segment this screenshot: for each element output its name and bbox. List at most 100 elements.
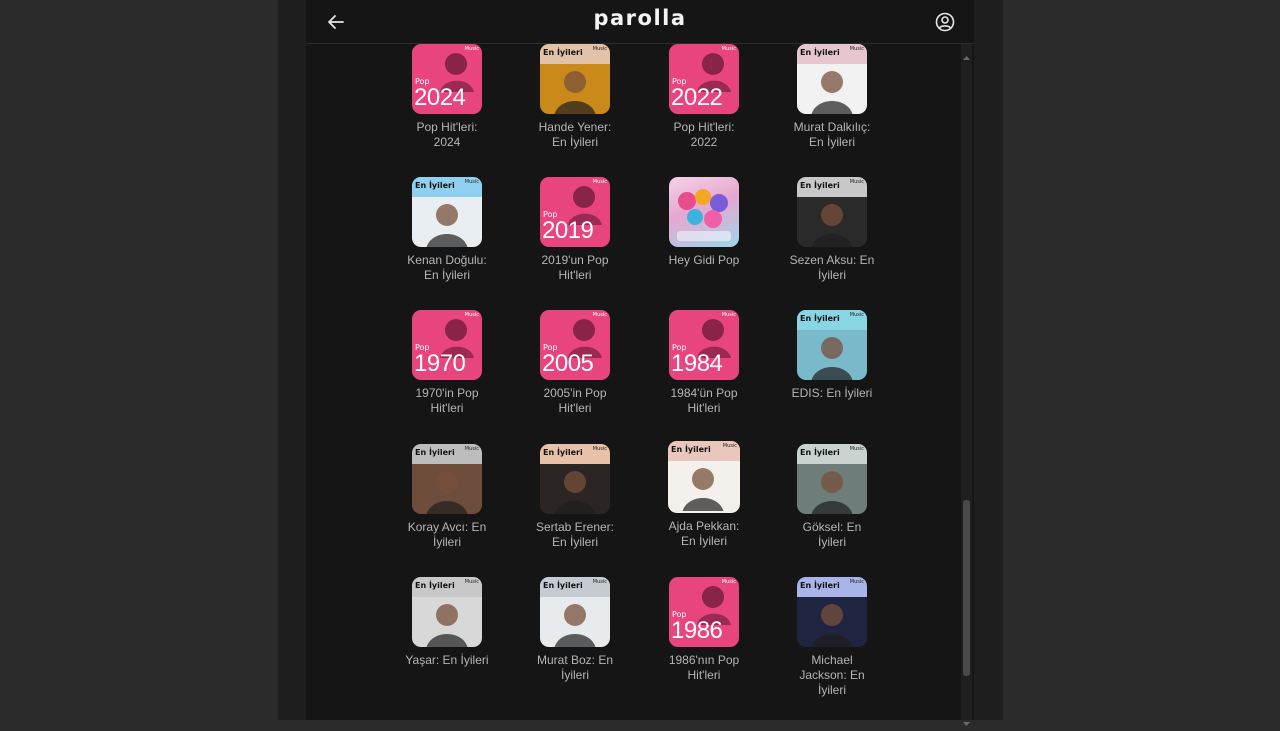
playlist-title[interactable]: EDIS: En İyileri xyxy=(775,386,889,401)
playlist-card[interactable]: Music En İyileri Murat Boz: En İyileri xyxy=(518,577,632,683)
scroll-thumb[interactable] xyxy=(963,500,970,676)
apple-music-mark: Music xyxy=(464,46,479,52)
playlist-card[interactable]: Music Pop 1970 1970'in Pop Hit'leri xyxy=(390,310,504,416)
playlist-cover[interactable]: Music Pop 1986 xyxy=(669,577,739,647)
playlist-cover[interactable]: Music En İyileri xyxy=(540,444,610,514)
scroll-down-arrow-icon[interactable] xyxy=(961,712,972,726)
playlist-cover[interactable]: Music Pop 1984 xyxy=(669,310,739,380)
apple-music-mark: Music xyxy=(721,312,736,318)
playlist-title[interactable]: Pop Hit'leri: 2022 xyxy=(647,120,761,150)
apple-music-mark: Music xyxy=(592,446,607,452)
cover-best-of-label: En İyileri xyxy=(415,181,455,190)
cover-year: 1970 xyxy=(414,350,466,377)
playlist-title[interactable]: Ajda Pekkan: En İyileri xyxy=(647,519,761,549)
playlist-title[interactable]: 2005'in Pop Hit'leri xyxy=(518,386,632,416)
playlist-card[interactable]: Music En İyileri Kenan Doğulu: En İyileri xyxy=(390,177,504,283)
apple-music-mark: Music xyxy=(464,579,479,585)
playlist-card[interactable]: Music En İyileri EDIS: En İyileri xyxy=(775,310,889,401)
playlist-cover[interactable]: Music En İyileri xyxy=(797,177,867,247)
cover-best-of-label: En İyileri xyxy=(800,581,840,590)
playlist-title[interactable]: Murat Boz: En İyileri xyxy=(518,653,632,683)
playlist-cover[interactable]: Music En İyileri xyxy=(412,177,482,247)
playlist-title[interactable]: Pop Hit'leri: 2024 xyxy=(390,120,504,150)
user-circle-icon[interactable] xyxy=(933,10,957,34)
cover-year: 2022 xyxy=(671,84,723,111)
apple-music-mark: Music xyxy=(464,312,479,318)
apple-music-mark: Music xyxy=(849,179,864,185)
cover-best-of-label: En İyileri xyxy=(415,581,455,590)
apple-music-mark: Music xyxy=(721,579,736,585)
playlist-title[interactable]: Koray Avcı: En İyileri xyxy=(390,520,504,550)
apple-music-mark: Music xyxy=(464,179,479,185)
cover-year: 1984 xyxy=(671,350,723,377)
playlist-card[interactable]: Music En İyileri Sezen Aksu: En İyileri xyxy=(775,177,889,283)
apple-music-mark: Music xyxy=(721,46,736,52)
apple-music-mark: Music xyxy=(592,179,607,185)
playlist-cover[interactable]: Music Pop 2024 xyxy=(412,44,482,114)
playlist-card[interactable]: Music En İyileri Murat Dalkılıç: En İyiler… xyxy=(775,44,889,150)
playlist-card[interactable]: Music Pop 2005 2005'in Pop Hit'leri xyxy=(518,310,632,416)
playlist-card[interactable]: Music En İyileri Hande Yener: En İyileri xyxy=(518,44,632,150)
playlist-cover[interactable]: Music Pop 2022 xyxy=(669,44,739,114)
playlist-card[interactable]: Music Pop 1986 1986'nın Pop Hit'leri xyxy=(647,577,761,683)
playlist-title[interactable]: 2019'un Pop Hit'leri xyxy=(518,253,632,283)
playlist-cover[interactable]: Music En İyileri xyxy=(797,577,867,647)
playlist-title[interactable]: 1970'in Pop Hit'leri xyxy=(390,386,504,416)
apple-music-mark: Music xyxy=(849,446,864,452)
cover-best-of-label: En İyileri xyxy=(543,448,583,457)
playlist-title[interactable]: Yaşar: En İyileri xyxy=(390,653,504,668)
playlist-title[interactable]: Michael Jackson: En İyileri xyxy=(775,653,889,698)
playlist-cover[interactable]: Music En İyileri xyxy=(412,577,482,647)
playlist-title[interactable]: 1986'nın Pop Hit'leri xyxy=(647,653,761,683)
playlist-card[interactable]: Music En İyileri Göksel: En İyileri xyxy=(775,444,889,550)
playlist-cover[interactable]: Music En İyileri xyxy=(797,310,867,380)
playlist-card[interactable]: Music Pop 2024 Pop Hit'leri: 2024 xyxy=(390,44,504,150)
playlist-card[interactable]: Music En İyileri Michael Jackson: En İyile… xyxy=(775,577,889,698)
apple-music-mark: Music xyxy=(849,579,864,585)
apple-music-mark: Music xyxy=(592,312,607,318)
scrollbar[interactable] xyxy=(961,44,972,726)
playlist-title[interactable]: Hande Yener: En İyileri xyxy=(518,120,632,150)
apple-music-mark: Music xyxy=(722,443,737,449)
playlist-cover[interactable]: Music En İyileri xyxy=(540,577,610,647)
playlist-cover[interactable]: Music Pop 1970 xyxy=(412,310,482,380)
playlist-card[interactable]: Hey Gidi Pop xyxy=(647,177,761,268)
scroll-up-arrow-icon[interactable] xyxy=(961,46,972,60)
playlist-cover[interactable]: Music En İyileri xyxy=(668,441,740,513)
playlist-card[interactable]: Music Pop 2019 2019'un Pop Hit'leri xyxy=(518,177,632,283)
cover-best-of-label: En İyileri xyxy=(543,48,583,57)
playlist-cover[interactable]: Music En İyileri xyxy=(797,444,867,514)
playlist-card[interactable]: Music En İyileri Sertab Erener: En İyileri xyxy=(518,444,632,550)
playlist-cover[interactable]: Music En İyileri xyxy=(540,44,610,114)
playlist-cover[interactable]: Music Pop 2005 xyxy=(540,310,610,380)
playlist-title[interactable]: 1984'ün Pop Hit'leri xyxy=(647,386,761,416)
cover-best-of-label: En İyileri xyxy=(800,181,840,190)
playlist-cover[interactable]: Music En İyileri xyxy=(412,444,482,514)
playlist-title[interactable]: Kenan Doğulu: En İyileri xyxy=(390,253,504,283)
cover-year: 2019 xyxy=(542,217,594,244)
playlist-title[interactable]: Sezen Aksu: En İyileri xyxy=(775,253,889,283)
cover-best-of-label: En İyileri xyxy=(671,445,711,454)
playlist-card[interactable]: Music Pop 2022 Pop Hit'leri: 2022 xyxy=(647,44,761,150)
cover-best-of-label: En İyileri xyxy=(415,448,455,457)
playlist-title[interactable]: Hey Gidi Pop xyxy=(647,253,761,268)
playlist-title[interactable]: Göksel: En İyileri xyxy=(775,520,889,550)
left-backdrop xyxy=(0,0,278,720)
apple-music-mark: Music xyxy=(849,312,864,318)
cover-best-of-label: En İyileri xyxy=(543,581,583,590)
playlist-title[interactable]: Murat Dalkılıç: En İyileri xyxy=(775,120,889,150)
cover-best-of-label: En İyileri xyxy=(800,48,840,57)
playlist-card[interactable]: Music En İyileri Yaşar: En İyileri xyxy=(390,577,504,668)
apple-music-mark: Music xyxy=(849,46,864,52)
playlist-card[interactable]: Music Pop 1984 1984'ün Pop Hit'leri xyxy=(647,310,761,416)
playlist-card[interactable]: Music En İyileri Koray Avcı: En İyileri xyxy=(390,444,504,550)
app-header: parolla xyxy=(306,0,974,44)
playlist-cover[interactable] xyxy=(669,177,739,247)
cover-year: 2005 xyxy=(542,350,594,377)
playlist-card[interactable]: Music En İyileri Ajda Pekkan: En İyileri xyxy=(647,441,761,549)
playlist-cover[interactable]: Music En İyileri xyxy=(797,44,867,114)
playlist-cover[interactable]: Music Pop 2019 xyxy=(540,177,610,247)
app-window: parolla Music Pop 2024 Pop Hit'leri: 2024 Mu… xyxy=(306,0,974,720)
playlist-title[interactable]: Sertab Erener: En İyileri xyxy=(518,520,632,550)
playlist-grid: Music Pop 2024 Pop Hit'leri: 2024 Music En İy… xyxy=(390,44,918,720)
